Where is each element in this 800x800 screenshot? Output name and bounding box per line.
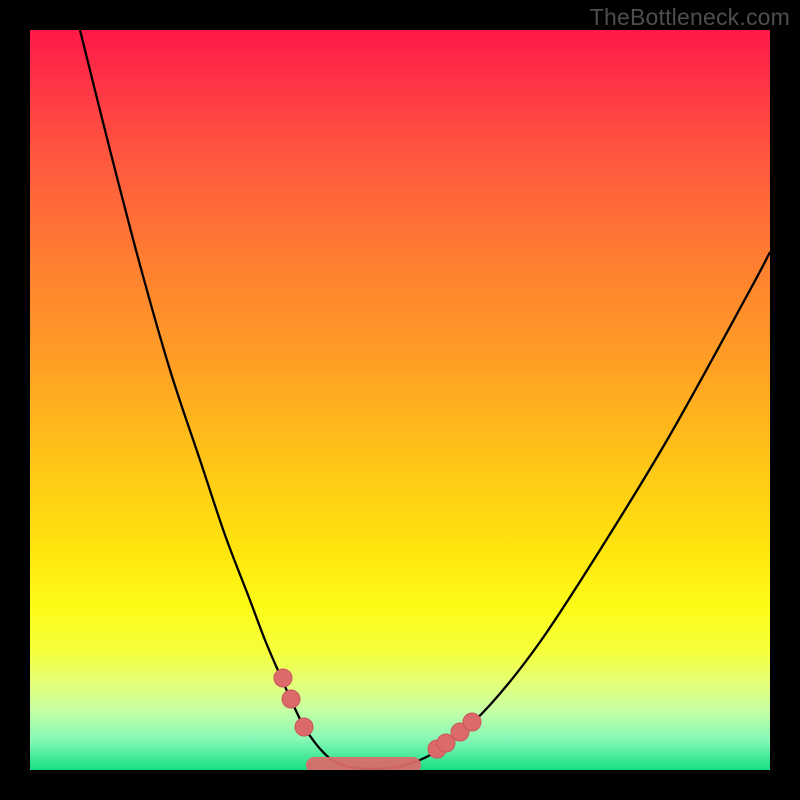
marker-group [274,669,481,758]
plot-area [30,30,770,770]
watermark-text: TheBottleneck.com [590,4,790,31]
chart-frame: TheBottleneck.com [0,0,800,800]
v-curve-path [80,30,770,769]
right-dot-4 [463,713,481,731]
floor-band [306,757,421,770]
left-dot-2 [282,690,300,708]
left-dot-1 [274,669,292,687]
curve-svg [30,30,770,770]
left-dot-3 [295,718,313,736]
